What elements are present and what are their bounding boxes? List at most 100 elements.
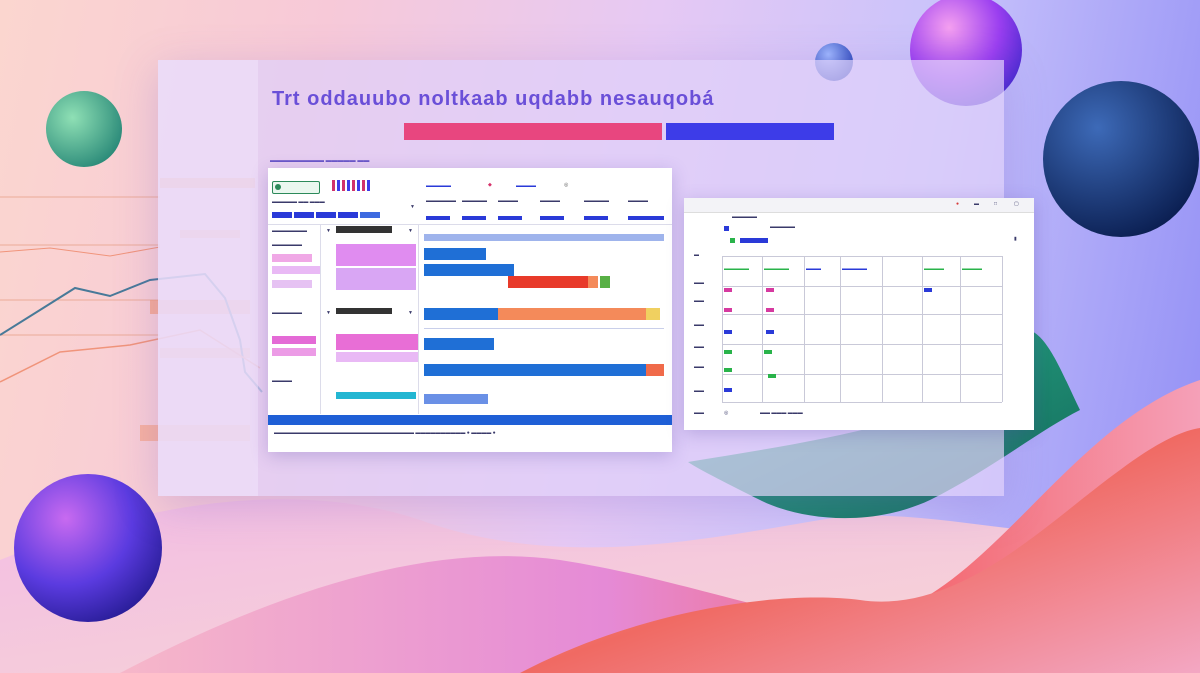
maximize-icon[interactable]: □ xyxy=(994,201,997,207)
table-footer-control[interactable]: ◎ xyxy=(724,410,728,416)
col-header-6[interactable]: ▬▬▬▬ xyxy=(628,198,648,204)
table-row-label-2[interactable]: ▬▬ xyxy=(694,298,704,304)
sort-icon[interactable]: ▼ xyxy=(410,204,415,210)
status-tag[interactable] xyxy=(724,330,732,334)
status-tag[interactable] xyxy=(766,288,774,292)
menu-item-2[interactable]: ◆ xyxy=(488,182,492,188)
table-col-header-5[interactable]: ▬▬▬▬ xyxy=(924,266,944,272)
status-tag[interactable] xyxy=(764,350,772,354)
col-tag-6 xyxy=(628,216,664,220)
chevron-down-icon-2[interactable]: ▼ xyxy=(326,310,331,316)
toolbar-title: ▬▬▬▬▬ xyxy=(770,224,795,230)
status-tag[interactable] xyxy=(724,288,732,292)
timeline-bar-end xyxy=(646,364,664,376)
timeline-bar-6[interactable] xyxy=(424,394,488,404)
timeline-bar-yellow xyxy=(646,308,660,320)
status-tag[interactable] xyxy=(724,368,732,372)
grid-line xyxy=(1002,256,1003,402)
pink-block-3 xyxy=(272,280,312,288)
dashboard-window: ▬▬▬▬▬ ◆ ▬▬▬▬ ◎ ▬▬▬▬▬ ▬▬ ▬▬▬ ▼ ▬▬▬▬▬▬ ▬▬▬… xyxy=(268,168,672,452)
table-col-header-2[interactable]: ▬▬▬▬▬ xyxy=(764,266,789,272)
filter-chip-5[interactable] xyxy=(360,212,380,218)
toolbar-label: ▬▬▬▬▬ ▬▬ ▬▬▬ xyxy=(272,199,325,205)
status-tag[interactable] xyxy=(724,308,732,312)
row-1-toggle[interactable]: ▼ xyxy=(408,228,413,234)
table-toolbar-chip[interactable] xyxy=(740,238,768,243)
user-icon[interactable]: ◎ xyxy=(564,182,568,188)
timeline-bar-5[interactable] xyxy=(424,364,646,376)
row-header-marker: ▬ xyxy=(694,252,699,258)
pink-block-2 xyxy=(272,266,320,274)
timeline-bar-4[interactable] xyxy=(424,338,494,350)
table-row-label-1[interactable]: ▬▬ xyxy=(694,280,704,286)
navy-sphere xyxy=(1043,81,1199,237)
timeline-bar-3[interactable] xyxy=(424,308,498,320)
table-col-header-1[interactable]: ▬▬▬▬▬ xyxy=(724,266,749,272)
table-row-label-6[interactable]: ▬▬ xyxy=(694,388,704,394)
table-row-label-5[interactable]: ▬▬ xyxy=(694,364,704,370)
row-2-toggle[interactable]: ▼ xyxy=(408,310,413,316)
timeline-bar-1[interactable] xyxy=(424,248,486,260)
pink-block-4 xyxy=(272,336,316,344)
table-toolbar-icon-2[interactable] xyxy=(730,238,735,243)
status-tag[interactable] xyxy=(766,308,774,312)
app-badge[interactable] xyxy=(272,181,320,194)
dashboard-footer-bar xyxy=(268,415,672,425)
grid-line xyxy=(804,256,805,402)
column-divider-1 xyxy=(320,224,321,414)
title-blue-bar xyxy=(666,123,834,140)
table-toolbar-icon-1[interactable] xyxy=(724,226,729,231)
grid-line xyxy=(840,256,841,402)
header-divider xyxy=(268,224,672,225)
footer-text: ▬▬▬▬▬▬▬▬▬▬▬▬▬▬▬▬▬▬▬▬▬▬▬▬▬▬▬▬ ▬▬▬▬▬▬▬▬▬▬ … xyxy=(274,430,496,436)
grid-line xyxy=(882,256,883,402)
filter-chip-2[interactable] xyxy=(294,212,314,218)
sidebar-row-3[interactable]: ▬▬▬▬ xyxy=(272,378,292,384)
table-col-header-3[interactable]: ▬▬▬ xyxy=(806,266,821,272)
status-tag[interactable] xyxy=(766,330,774,334)
trash-icon[interactable]: ▮ xyxy=(1014,236,1017,242)
table-row-label-4[interactable]: ▬▬ xyxy=(694,344,704,350)
filter-chip-4[interactable] xyxy=(338,212,358,218)
col-tag-1 xyxy=(426,216,450,220)
col-header-5[interactable]: ▬▬▬▬▬ xyxy=(584,198,609,204)
chevron-down-icon[interactable]: ▼ xyxy=(326,228,331,234)
status-tag[interactable] xyxy=(768,374,776,378)
col-header-4[interactable]: ▬▬▬▬ xyxy=(540,198,560,204)
col-header-1[interactable]: ▬▬▬▬▬▬ xyxy=(426,198,456,204)
status-tag[interactable] xyxy=(924,288,932,292)
col-header-3[interactable]: ▬▬▬▬ xyxy=(498,198,518,204)
table-col-header-4[interactable]: ▬▬▬▬▬ xyxy=(842,266,867,272)
page-title: Trt oddauubo noltkaab uqdabb nesauqobá xyxy=(272,88,715,110)
panel-side-strip xyxy=(158,60,258,496)
menu-item-3[interactable]: ▬▬▬▬ xyxy=(516,183,536,189)
table-row-label-3[interactable]: ▬▬ xyxy=(694,322,704,328)
status-tag[interactable] xyxy=(724,350,732,354)
pink-block-5 xyxy=(272,348,316,356)
col-header-2[interactable]: ▬▬▬▬▬ xyxy=(462,198,487,204)
menu-item-1[interactable]: ▬▬▬▬▬ xyxy=(426,183,451,189)
timeline-bar-2[interactable] xyxy=(424,264,514,276)
app-logo-icon xyxy=(275,184,281,190)
sidebar-row-1[interactable]: ▬▬▬▬▬▬▬ xyxy=(272,228,307,234)
timeline-bar-red[interactable] xyxy=(508,276,588,288)
cyan-block xyxy=(336,392,416,399)
sidebar-row-2[interactable]: ▬▬▬▬▬▬ xyxy=(272,310,302,316)
close-icon[interactable]: ● xyxy=(956,201,959,207)
purple-sphere xyxy=(14,474,162,622)
table-footer: ▬▬ ▬▬▬ ▬▬▬ xyxy=(760,410,803,416)
filter-chip-3[interactable] xyxy=(316,212,336,218)
breadcrumb[interactable]: ▬▬▬▬▬▬▬▬▬ ▬▬▬▬▬ ▬▬ xyxy=(270,158,369,164)
row-2-header-bar xyxy=(336,308,392,314)
title-pink-bar xyxy=(404,123,662,140)
filter-chip-1[interactable] xyxy=(272,212,292,218)
status-tag[interactable] xyxy=(724,388,732,392)
grid-line xyxy=(722,402,1002,403)
minimize-icon[interactable]: ▬ xyxy=(974,201,979,207)
table-col-header-6[interactable]: ▬▬▬▬ xyxy=(962,266,982,272)
settings-icon[interactable]: ▢ xyxy=(1014,201,1019,207)
col-tag-5 xyxy=(584,216,608,220)
magenta-block xyxy=(336,244,416,266)
sidebar-row-1b[interactable]: ▬▬▬▬▬▬ xyxy=(272,242,302,248)
timeline-bar-orange[interactable] xyxy=(498,308,646,320)
